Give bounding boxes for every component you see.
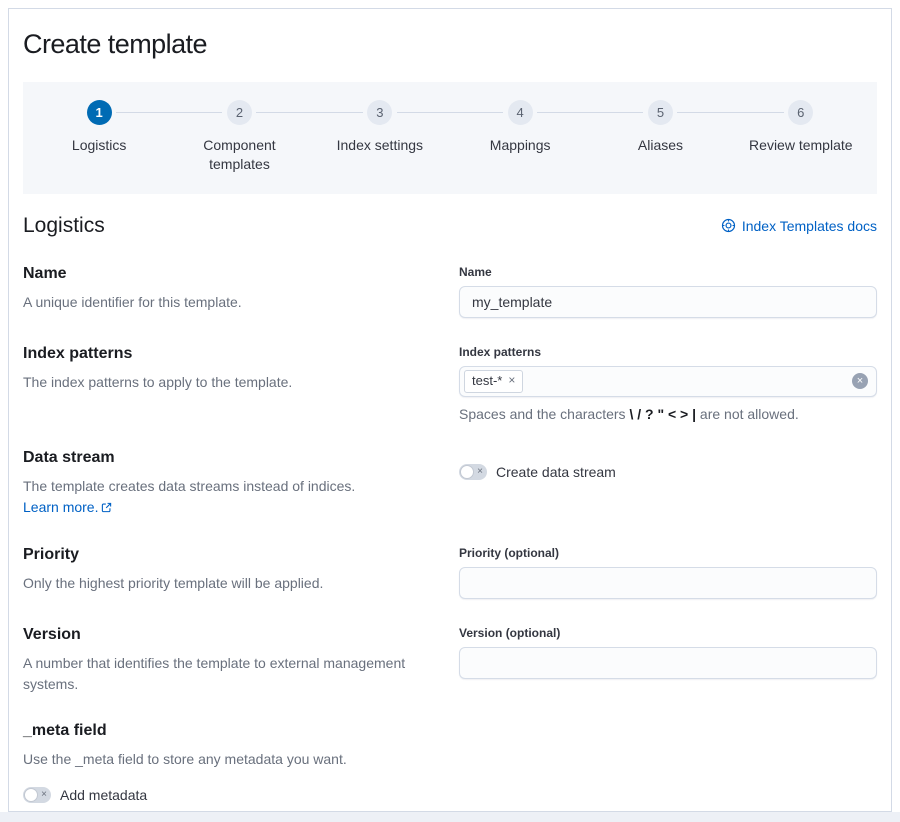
learn-more-link[interactable]: Learn more. <box>23 499 112 515</box>
wizard-stepper: 1 Logistics 2 Component templates 3 Inde… <box>23 82 877 194</box>
data-stream-field-col: × Create data stream <box>459 449 877 480</box>
priority-row-title: Priority <box>23 546 459 564</box>
external-link-icon <box>101 498 112 519</box>
step-number: 4 <box>508 100 533 125</box>
step-label: Review template <box>749 136 853 155</box>
documentation-icon <box>721 218 736 233</box>
name-description-col: Name A unique identifier for this templa… <box>23 265 459 313</box>
priority-description-col: Priority Only the highest priority templ… <box>23 546 459 594</box>
section-header: Logistics Index Templates docs <box>23 214 877 238</box>
step-number: 6 <box>788 100 813 125</box>
index-patterns-row: Index patterns The index patterns to app… <box>23 345 877 422</box>
version-input[interactable] <box>459 647 877 679</box>
meta-row-title: _meta field <box>23 722 877 740</box>
step-label: Logistics <box>72 136 126 155</box>
create-data-stream-switch-row: × Create data stream <box>459 464 877 480</box>
toggle-knob <box>24 788 38 802</box>
docs-link-label: Index Templates docs <box>742 218 877 234</box>
help-suffix: are not allowed. <box>696 406 799 422</box>
step-label: Component templates <box>179 136 299 174</box>
pill-value: test-* <box>472 373 502 390</box>
data-stream-row-title: Data stream <box>23 449 459 467</box>
step-aliases[interactable]: 5 Aliases <box>590 100 730 174</box>
index-patterns-field-col: Index patterns test-* × × Spaces and the… <box>459 345 877 422</box>
version-field-label: Version (optional) <box>459 626 877 640</box>
index-patterns-combobox[interactable]: test-* × × <box>459 366 877 397</box>
name-input[interactable] <box>459 286 877 318</box>
index-patterns-help-text: Spaces and the characters \ / ? " < > | … <box>459 406 877 422</box>
step-label: Index settings <box>337 136 423 155</box>
name-field-label: Name <box>459 265 877 279</box>
version-row-title: Version <box>23 626 459 644</box>
page-bottom-strip <box>0 812 900 822</box>
step-mappings[interactable]: 4 Mappings <box>450 100 590 174</box>
name-row: Name A unique identifier for this templa… <box>23 265 877 318</box>
help-forbidden-chars: \ / ? " < > | <box>629 406 696 422</box>
step-number: 3 <box>367 100 392 125</box>
clear-patterns-icon[interactable]: × <box>852 373 868 389</box>
toggle-knob <box>460 465 474 479</box>
page-title: Create template <box>23 29 877 60</box>
index-patterns-field-label: Index patterns <box>459 345 877 359</box>
create-data-stream-toggle[interactable]: × <box>459 464 487 480</box>
version-row: Version A number that identifies the tem… <box>23 626 877 695</box>
step-label: Mappings <box>490 136 551 155</box>
data-stream-description-col: Data stream The template creates data st… <box>23 449 459 519</box>
index-patterns-row-title: Index patterns <box>23 345 459 363</box>
name-row-title: Name <box>23 265 459 283</box>
index-patterns-description-col: Index patterns The index patterns to app… <box>23 345 459 393</box>
step-number: 2 <box>227 100 252 125</box>
priority-input[interactable] <box>459 567 877 599</box>
create-template-panel: Create template 1 Logistics 2 Component … <box>8 8 892 812</box>
add-metadata-label: Add metadata <box>60 787 147 803</box>
meta-field-block: _meta field Use the _meta field to store… <box>23 722 877 803</box>
step-number: 1 <box>87 100 112 125</box>
step-index-settings[interactable]: 3 Index settings <box>310 100 450 174</box>
index-patterns-row-description: The index patterns to apply to the templ… <box>23 372 459 393</box>
learn-more-label: Learn more. <box>23 499 98 515</box>
toggle-off-icon: × <box>477 466 483 476</box>
data-stream-row-description: The template creates data streams instea… <box>23 476 459 519</box>
index-pattern-pill: test-* × <box>464 370 523 393</box>
toggle-off-icon: × <box>41 789 47 799</box>
data-stream-description-text: The template creates data streams instea… <box>23 478 355 494</box>
priority-field-col: Priority (optional) <box>459 546 877 599</box>
version-row-description: A number that identifies the template to… <box>23 653 459 695</box>
name-row-description: A unique identifier for this template. <box>23 292 459 313</box>
create-data-stream-label: Create data stream <box>496 464 616 480</box>
meta-row-description: Use the _meta field to store any metadat… <box>23 749 877 770</box>
add-metadata-toggle[interactable]: × <box>23 787 51 803</box>
priority-row: Priority Only the highest priority templ… <box>23 546 877 599</box>
index-templates-docs-link[interactable]: Index Templates docs <box>721 218 877 234</box>
step-component-templates[interactable]: 2 Component templates <box>169 100 309 174</box>
version-field-col: Version (optional) <box>459 626 877 679</box>
priority-field-label: Priority (optional) <box>459 546 877 560</box>
add-metadata-switch-row: × Add metadata <box>23 787 877 803</box>
data-stream-row: Data stream The template creates data st… <box>23 449 877 519</box>
step-review-template[interactable]: 6 Review template <box>731 100 871 174</box>
priority-row-description: Only the highest priority template will … <box>23 573 459 594</box>
name-field-col: Name <box>459 265 877 318</box>
help-prefix: Spaces and the characters <box>459 406 629 422</box>
section-title: Logistics <box>23 214 105 238</box>
step-logistics[interactable]: 1 Logistics <box>29 100 169 174</box>
remove-pattern-icon[interactable]: × <box>508 373 515 389</box>
version-description-col: Version A number that identifies the tem… <box>23 626 459 695</box>
step-number: 5 <box>648 100 673 125</box>
step-label: Aliases <box>638 136 683 155</box>
